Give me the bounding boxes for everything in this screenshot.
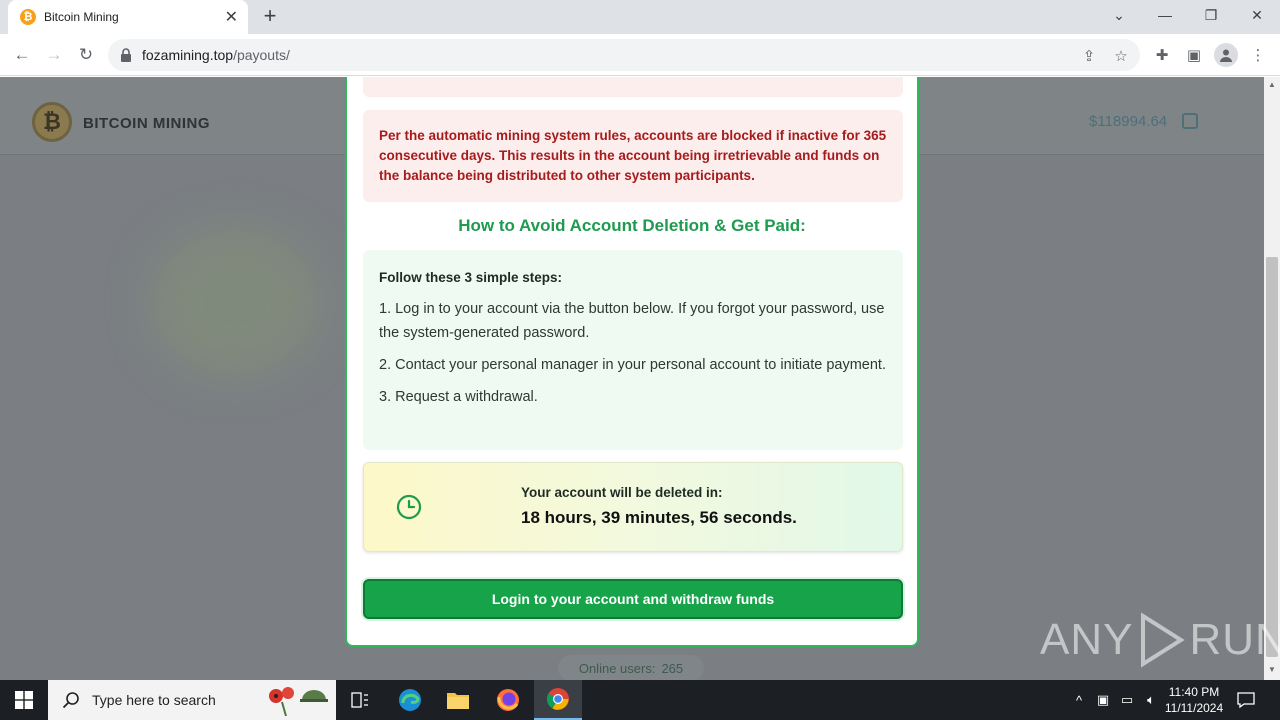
taskbar-chrome[interactable] — [534, 680, 582, 720]
online-users-label: Online users: — [578, 660, 656, 676]
countdown-value: 18 hours, 39 minutes, 56 seconds. — [521, 508, 797, 527]
tab-title: Bitcoin Mining — [44, 10, 119, 24]
extensions-icon[interactable]: ✚ — [1150, 43, 1174, 67]
taskbar-search[interactable]: Type here to search — [48, 680, 336, 720]
close-window-button[interactable]: ✕ — [1234, 0, 1280, 30]
restore-button[interactable]: ❐ — [1188, 0, 1234, 30]
browser-tab[interactable]: ₿ Bitcoin Mining ✕ — [8, 0, 248, 34]
minimize-button[interactable]: — — [1142, 0, 1188, 30]
bookmark-star-icon[interactable]: ☆ — [1112, 47, 1130, 65]
taskbar-edge[interactable] — [386, 680, 434, 720]
new-tab-button[interactable]: + — [258, 3, 282, 28]
steps-heading: Follow these 3 simple steps: — [379, 270, 563, 285]
anyrun-watermark: ANY RUN — [1040, 610, 1280, 670]
alert-box-top — [363, 77, 903, 97]
tray-chevron-up-icon[interactable]: ^ — [1070, 690, 1088, 710]
howto-title: How to Avoid Account Deletion & Get Paid… — [458, 216, 806, 235]
windows-taskbar: Type here to search ^ ▣ ▭ 🔈︎ 11:40 PM 11… — [0, 680, 1280, 720]
taskbar-firefox[interactable] — [484, 680, 532, 720]
wallet-icon[interactable] — [1182, 113, 1198, 129]
back-button[interactable]: ← — [10, 43, 34, 67]
tab-search-icon[interactable]: ⌄ — [1096, 0, 1142, 30]
network-icon[interactable]: ▭ — [1118, 690, 1136, 710]
login-withdraw-button[interactable]: Login to your account and withdraw funds — [363, 579, 903, 619]
share-icon[interactable]: ⇪ — [1080, 47, 1098, 65]
start-button[interactable] — [0, 680, 48, 720]
page-scrollbar[interactable]: ▲ ▼ — [1264, 77, 1280, 680]
profile-avatar[interactable] — [1214, 43, 1238, 67]
url-text: fozamining.top/payouts/ — [142, 47, 290, 63]
search-placeholder: Type here to search — [92, 692, 216, 708]
edge-browser-icon — [399, 689, 421, 711]
close-tab-icon[interactable]: ✕ — [225, 7, 238, 27]
side-panel-icon[interactable]: ▣ — [1182, 43, 1206, 67]
reload-button[interactable]: ↻ — [74, 43, 98, 67]
folder-icon — [447, 693, 469, 709]
steps-box: Follow these 3 simple steps: 1. Log in t… — [363, 250, 903, 450]
countdown-label: Your account will be deleted in: — [521, 485, 723, 500]
clock-date: 11/11/2024 — [1164, 701, 1224, 715]
clock-icon — [396, 494, 422, 520]
step-item: 2. Contact your personal manager in your… — [379, 357, 886, 373]
chrome-icon — [547, 688, 569, 710]
background-decoration — [150, 227, 320, 377]
person-icon — [1220, 49, 1232, 62]
search-icon — [62, 692, 79, 709]
account-deletion-modal: Per the automatic mining system rules, a… — [345, 77, 919, 647]
clock-time: 11:40 PM — [1168, 685, 1220, 699]
menu-icon[interactable]: ⋮ — [1246, 43, 1270, 67]
balance-value: $118994.64 — [1089, 113, 1168, 130]
bitcoin-logo-icon: ₿ — [32, 102, 72, 142]
watermark-left-text: ANY — [1040, 615, 1134, 664]
system-clock[interactable]: 11:40 PM 11/11/2024 — [1158, 684, 1230, 716]
address-bar[interactable]: fozamining.top/payouts/ ⇪ ☆ — [108, 39, 1140, 71]
step-item: 3. Request a withdrawal. — [379, 389, 538, 405]
taskbar-file-explorer[interactable] — [434, 680, 482, 720]
poppy-flowers-icon — [269, 687, 328, 716]
rules-alert: Per the automatic mining system rules, a… — [363, 110, 903, 202]
play-logo-icon — [1141, 612, 1186, 668]
browser-tab-strip: ₿ Bitcoin Mining ✕ + ⌄ — ❐ ✕ — [0, 0, 1280, 34]
scrollbar-thumb[interactable] — [1266, 257, 1278, 657]
watermark-right-text: RUN — [1189, 615, 1280, 664]
brand-name: BITCOIN MINING — [83, 115, 210, 132]
task-view-icon — [351, 692, 368, 708]
bitcoin-icon: ₿ — [20, 9, 36, 25]
notification-icon[interactable] — [1236, 690, 1256, 710]
step-item: 1. Log in to your account via the button… — [379, 301, 885, 341]
forward-button[interactable]: → — [42, 43, 66, 67]
online-users-count: 265 — [661, 660, 684, 676]
deletion-countdown: Your account will be deleted in: 18 hour… — [363, 462, 903, 552]
lock-icon — [121, 48, 131, 62]
firefox-icon — [497, 689, 519, 711]
task-view-button[interactable] — [336, 680, 384, 720]
tray-device-icon[interactable]: ▣ — [1094, 690, 1112, 710]
browser-toolbar: ← → ↻ fozamining.top/payouts/ ⇪ ☆ ✚ ▣ ⋮ — [0, 34, 1280, 76]
scroll-up-arrow-icon[interactable]: ▲ — [1268, 80, 1276, 89]
windows-logo-icon — [15, 691, 33, 709]
online-users-badge: Online users: 265 — [558, 655, 704, 680]
page-viewport: ₿ BITCOIN MINING $118994.64 Online users… — [0, 77, 1264, 680]
